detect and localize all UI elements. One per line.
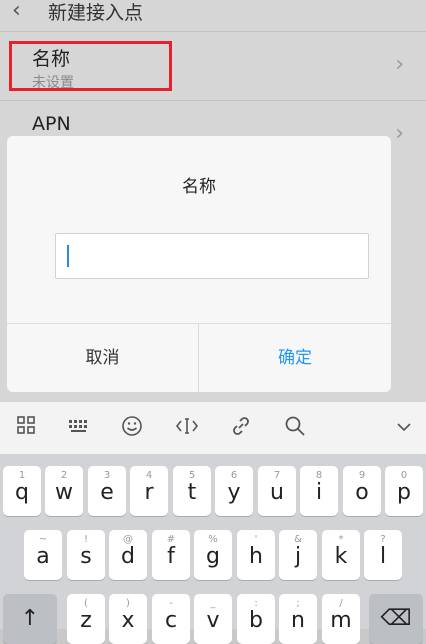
cancel-button[interactable]: 取消 bbox=[7, 324, 199, 392]
text-cursor bbox=[67, 245, 69, 267]
key-x[interactable]: ) x bbox=[109, 594, 147, 644]
key-r[interactable]: 4r bbox=[130, 466, 168, 516]
key-h[interactable]: ' h bbox=[237, 530, 275, 580]
confirm-button[interactable]: 确定 bbox=[199, 324, 391, 392]
key-p[interactable]: 0p bbox=[385, 466, 423, 516]
key-d[interactable]: @ d bbox=[109, 530, 147, 580]
keyboard: 1q 2w 3e 4r 5t 6y 7u 8i 9o 0p ~ a ! s @ d #… bbox=[0, 402, 426, 644]
key-k[interactable]: * k bbox=[322, 530, 360, 580]
link-icon[interactable] bbox=[230, 415, 252, 443]
key-t[interactable]: 5t bbox=[173, 466, 211, 516]
key-f[interactable]: # f bbox=[152, 530, 190, 580]
backspace-icon: ⌫ bbox=[380, 606, 412, 631]
dialog-title: 名称 bbox=[182, 177, 216, 197]
keyboard-layout-icon[interactable] bbox=[68, 415, 90, 441]
shift-icon: ↑ bbox=[20, 606, 40, 631]
key-z[interactable]: (z bbox=[67, 594, 105, 644]
key-m[interactable]: / m bbox=[322, 594, 360, 644]
highlight-box bbox=[9, 41, 172, 91]
keyboard-toolbar bbox=[0, 402, 426, 454]
chevron-right-icon: › bbox=[395, 52, 404, 77]
key-v[interactable]: _ v bbox=[194, 594, 232, 644]
key-g[interactable]: % g bbox=[194, 530, 232, 580]
chevron-down-icon[interactable] bbox=[396, 415, 412, 441]
key-o[interactable]: 9o bbox=[343, 466, 381, 516]
key-i[interactable]: 8i bbox=[300, 466, 338, 516]
header: ‹ 新建接入点 bbox=[0, 0, 426, 32]
shift-key[interactable]: ↑ bbox=[3, 594, 57, 644]
key-w[interactable]: 2w bbox=[45, 466, 83, 516]
dialog-actions: 取消 确定 bbox=[7, 323, 391, 392]
chevron-right-icon: › bbox=[395, 121, 404, 146]
cursor-move-icon[interactable] bbox=[175, 415, 199, 443]
key-n[interactable]: ; n bbox=[279, 594, 317, 644]
apn-row-label: APN bbox=[32, 113, 71, 135]
name-input[interactable] bbox=[55, 233, 369, 279]
key-l[interactable]: ? l bbox=[364, 530, 402, 580]
key-b[interactable]: :b bbox=[237, 594, 275, 644]
key-j[interactable]: & j bbox=[279, 530, 317, 580]
key-c[interactable]: -c bbox=[152, 594, 190, 644]
key-s[interactable]: ! s bbox=[67, 530, 105, 580]
key-y[interactable]: 6y bbox=[215, 466, 253, 516]
key-q[interactable]: 1q bbox=[3, 466, 41, 516]
key-u[interactable]: 7u bbox=[258, 466, 296, 516]
back-chevron-icon[interactable]: ‹ bbox=[12, 0, 21, 22]
delete-key[interactable]: ⌫ bbox=[369, 594, 423, 644]
key-a[interactable]: ~ a bbox=[24, 530, 62, 580]
name-dialog: 名称 取消 确定 bbox=[7, 136, 391, 392]
emoji-icon[interactable] bbox=[121, 415, 143, 443]
key-e[interactable]: 3e bbox=[88, 466, 126, 516]
search-icon[interactable] bbox=[284, 415, 306, 443]
page-title: 新建接入点 bbox=[48, 2, 144, 24]
grid-menu-icon[interactable] bbox=[16, 415, 36, 441]
